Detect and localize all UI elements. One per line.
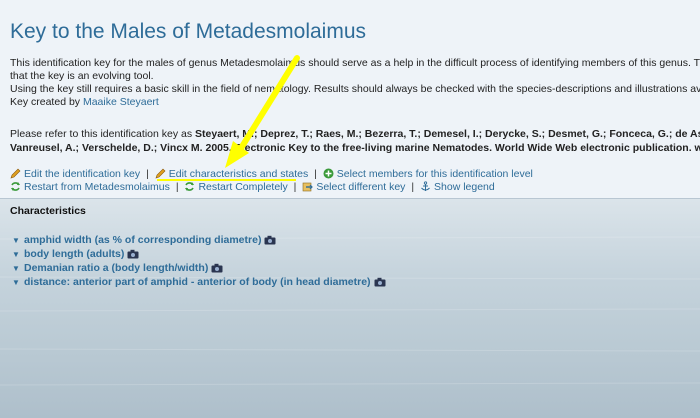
- citation-publication: Vanreusel, A.; Verschelde, D.; Vincx M. …: [10, 142, 700, 154]
- pencil-icon: [10, 168, 21, 179]
- select-key-link[interactable]: Select different key: [316, 181, 405, 193]
- separator: |: [175, 181, 179, 193]
- ocean-wave-texture: [0, 236, 700, 386]
- anchor-icon: [421, 181, 430, 191]
- separator: |: [314, 168, 317, 180]
- add-circle-icon: [323, 168, 334, 179]
- expand-arrow-icon[interactable]: ▼: [12, 234, 24, 248]
- characteristic-item: ▼ body length (adults): [12, 247, 386, 261]
- intro-line-2: that the key is an evolving tool.: [10, 70, 154, 82]
- edit-key-link[interactable]: Edit the identification key: [24, 168, 140, 180]
- characteristic-link[interactable]: amphid width (as % of corresponding diam…: [24, 234, 261, 246]
- author-link[interactable]: Maaike Steyaert: [83, 96, 159, 108]
- characteristic-item: ▼ distance: anterior part of amphid - ant…: [12, 275, 386, 289]
- citation-line-2: Vanreusel, A.; Verschelde, D.; Vincx M. …: [10, 141, 700, 155]
- select-members-link[interactable]: Select members for this identification l…: [337, 168, 533, 180]
- intro-line-1: This identification key for the males of…: [10, 57, 700, 69]
- intro-line-3: Using the key still requires a basic ski…: [10, 83, 700, 95]
- restart-icon: [185, 182, 195, 191]
- camera-icon[interactable]: [374, 277, 386, 287]
- separator: |: [146, 168, 149, 180]
- pencil-icon: [155, 168, 166, 179]
- intro-text: This identification key for the males of…: [10, 57, 700, 109]
- restart-icon: [11, 182, 20, 191]
- citation-authors: Steyaert, M.; Deprez, T.; Raes, M.; Beze…: [195, 128, 700, 140]
- characteristics-list: ▼ amphid width (as % of corresponding dia…: [12, 233, 386, 289]
- characteristic-link[interactable]: body length (adults): [24, 248, 124, 260]
- action-row-1: Edit the identification key | Edit chara…: [10, 168, 533, 181]
- camera-icon[interactable]: [211, 263, 223, 273]
- citation-block: Please refer to this identification key …: [10, 127, 700, 155]
- page-title: Key to the Males of Metadesmolaimus: [10, 20, 366, 43]
- characteristic-item: ▼ amphid width (as % of corresponding dia…: [12, 233, 386, 247]
- expand-arrow-icon[interactable]: ▼: [12, 276, 24, 290]
- characteristic-item: ▼ Demanian ratio a (body length/width): [12, 261, 386, 275]
- restart-completely-link[interactable]: Restart Completely: [198, 181, 287, 193]
- created-by-line: Key created by Maaike Steyaert: [10, 96, 700, 109]
- citation-line-1: Please refer to this identification key …: [10, 127, 700, 141]
- edit-characteristics-link[interactable]: Edit characteristics and states: [169, 168, 308, 180]
- key-header-panel: Key to the Males of Metadesmolaimus This…: [0, 0, 700, 199]
- created-by-prefix: Key created by: [10, 96, 83, 108]
- camera-icon[interactable]: [127, 249, 139, 259]
- action-row-2: Restart from Metadesmolaimus | Restart C…: [10, 181, 495, 194]
- expand-arrow-icon[interactable]: ▼: [12, 262, 24, 276]
- characteristic-link[interactable]: Demanian ratio a (body length/width): [24, 262, 208, 274]
- restart-from-link[interactable]: Restart from Metadesmolaimus: [24, 181, 170, 193]
- show-legend-link[interactable]: Show legend: [434, 181, 495, 193]
- characteristic-link[interactable]: distance: anterior part of amphid - ante…: [24, 276, 371, 288]
- key-select-icon: [303, 182, 314, 192]
- separator: |: [411, 181, 415, 193]
- camera-icon[interactable]: [264, 235, 276, 245]
- citation-prefix: Please refer to this identification key …: [10, 128, 196, 140]
- characteristics-heading: Characteristics: [10, 205, 86, 217]
- expand-arrow-icon[interactable]: ▼: [12, 248, 24, 262]
- separator: |: [293, 181, 297, 193]
